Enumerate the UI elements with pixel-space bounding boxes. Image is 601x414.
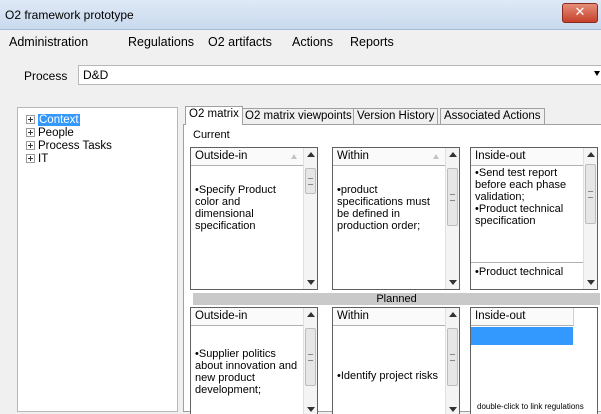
- current-inside-out-box[interactable]: Inside-out •Send test report before each…: [470, 147, 598, 290]
- tree-item-label: People: [38, 126, 74, 139]
- scroll-up-icon[interactable]: [307, 312, 315, 317]
- planned-section-label: Planned: [193, 293, 600, 305]
- scroll-thumb[interactable]: [305, 168, 316, 194]
- category-tree[interactable]: Context People Process Tasks IT: [17, 107, 178, 412]
- menu-actions[interactable]: Actions: [292, 35, 333, 49]
- scroll-up-icon[interactable]: [449, 152, 457, 157]
- list-item: •Supplier politics about innovation and …: [195, 348, 298, 396]
- sort-icon: [291, 154, 297, 159]
- cell-text[interactable]: •Specify Product color and dimensional s…: [191, 166, 303, 289]
- column-header: Outside-in: [191, 308, 317, 326]
- scroll-up-icon[interactable]: [307, 152, 315, 157]
- scroll-down-icon[interactable]: [587, 280, 595, 285]
- title-bar: O2 framework prototype ✕: [0, 0, 601, 30]
- current-within-box[interactable]: Within •product specifications must be d…: [332, 147, 460, 290]
- sort-icon: [433, 154, 439, 159]
- divider: [471, 262, 583, 263]
- chevron-down-icon[interactable]: [594, 71, 600, 76]
- scroll-down-icon[interactable]: [449, 407, 457, 412]
- column-header-label: Inside-out: [475, 310, 526, 322]
- cell-text[interactable]: •product specifications must be defined …: [333, 166, 445, 289]
- planned-outside-in-box[interactable]: Outside-in •Supplier politics about inno…: [190, 307, 318, 414]
- tree-item-label: Context: [38, 113, 80, 126]
- vertical-scrollbar[interactable]: [445, 148, 459, 289]
- tree-item-label: Process Tasks: [38, 139, 112, 152]
- scroll-thumb[interactable]: [447, 168, 458, 226]
- client-area: Administration Regulations O2 artifacts …: [0, 30, 601, 414]
- tree-item-process-tasks[interactable]: Process Tasks: [26, 139, 112, 152]
- scroll-thumb[interactable]: [447, 328, 458, 386]
- list-item: •Product technical: [475, 266, 564, 278]
- planned-inside-out-box[interactable]: Inside-out: [470, 307, 598, 414]
- vertical-scrollbar[interactable]: [445, 308, 459, 414]
- menu-o2-artifacts[interactable]: O2 artifacts: [208, 35, 272, 49]
- expand-icon[interactable]: [26, 128, 35, 137]
- cell-text[interactable]: •Supplier politics about innovation and …: [191, 326, 303, 414]
- list-item: •Product technical specification: [475, 203, 564, 227]
- close-icon: ✕: [574, 5, 586, 20]
- expand-icon[interactable]: [26, 154, 35, 163]
- cell-text[interactable]: •Identify project risks: [333, 326, 445, 414]
- tab-o2-matrix-viewpoints[interactable]: O2 matrix viewpoints: [241, 108, 356, 124]
- current-outside-in-box[interactable]: Outside-in •Specify Product color and di…: [190, 147, 318, 290]
- scroll-thumb[interactable]: [585, 164, 596, 224]
- menu-regulations[interactable]: Regulations: [128, 35, 194, 49]
- vertical-scrollbar[interactable]: [583, 148, 597, 289]
- tree-item-label: IT: [38, 152, 49, 165]
- process-value: D&D: [83, 68, 109, 82]
- menu-reports[interactable]: Reports: [350, 35, 394, 49]
- list-item: •Send test report before each phase vali…: [475, 167, 567, 203]
- selected-row[interactable]: [471, 327, 573, 345]
- menu-bar: Administration Regulations O2 artifacts …: [0, 30, 601, 54]
- column-header: Inside-out: [471, 308, 574, 326]
- list-item: •product specifications must be defined …: [337, 184, 430, 232]
- column-header: Outside-in: [191, 148, 317, 166]
- scroll-down-icon[interactable]: [307, 407, 315, 412]
- scroll-up-icon[interactable]: [587, 152, 595, 157]
- column-header-label: Within: [337, 310, 369, 322]
- expand-icon[interactable]: [26, 141, 35, 150]
- planned-within-box[interactable]: Within •Identify project risks: [332, 307, 460, 414]
- scroll-thumb[interactable]: [305, 328, 316, 386]
- vertical-scrollbar[interactable]: [303, 148, 317, 289]
- column-header-label: Outside-in: [195, 310, 248, 322]
- close-button[interactable]: ✕: [562, 3, 598, 23]
- expand-icon[interactable]: [26, 115, 35, 124]
- tab-associated-actions[interactable]: Associated Actions: [440, 108, 545, 124]
- process-select[interactable]: D&D: [78, 65, 601, 85]
- list-item: •Identify project risks: [337, 370, 439, 382]
- tree-item-it[interactable]: IT: [26, 152, 48, 165]
- tab-o2-matrix[interactable]: O2 matrix: [185, 106, 243, 125]
- tab-version-history[interactable]: Version History: [353, 108, 439, 124]
- column-header-label: Within: [337, 150, 369, 162]
- o2-matrix-panel: Current Outside-in •Specify Product colo…: [183, 124, 601, 414]
- column-header: Inside-out: [471, 148, 597, 166]
- scroll-up-icon[interactable]: [449, 312, 457, 317]
- process-label: Process: [24, 69, 68, 83]
- tree-item-context[interactable]: Context: [26, 113, 80, 126]
- list-item: •Specify Product color and dimensional s…: [195, 184, 276, 232]
- window-title: O2 framework prototype: [5, 8, 134, 22]
- tree-item-people[interactable]: People: [26, 126, 74, 139]
- column-header: Within: [333, 308, 459, 326]
- menu-administration[interactable]: Administration: [9, 35, 88, 49]
- vertical-scrollbar[interactable]: [303, 308, 317, 414]
- scroll-down-icon[interactable]: [449, 280, 457, 285]
- link-regulations-hint: double-click to link regulations: [477, 402, 584, 411]
- column-header: Within: [333, 148, 459, 166]
- scroll-down-icon[interactable]: [307, 280, 315, 285]
- column-header-label: Outside-in: [195, 150, 248, 162]
- current-section-label: Current: [193, 129, 230, 141]
- column-header-label: Inside-out: [475, 150, 526, 162]
